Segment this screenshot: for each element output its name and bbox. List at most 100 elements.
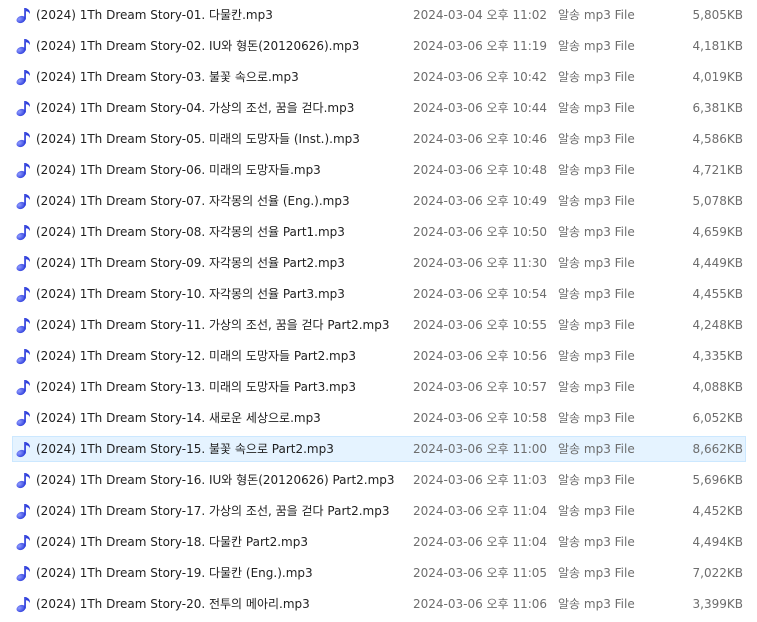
file-modified-date: 2024-03-06 오후 10:54 (413, 287, 548, 301)
file-modified-date: 2024-03-06 오후 11:03 (413, 473, 548, 487)
file-row[interactable]: (2024) 1Th Dream Story-11. 가상의 조선, 꿈을 걷다… (12, 312, 746, 338)
music-note-icon (15, 437, 35, 461)
music-note-icon (15, 127, 35, 151)
file-row[interactable]: (2024) 1Th Dream Story-19. 다물칸 (Eng.).mp… (12, 560, 746, 586)
file-modified-date: 2024-03-06 오후 10:49 (413, 194, 548, 208)
file-row[interactable]: (2024) 1Th Dream Story-13. 미래의 도망자들 Part… (12, 374, 746, 400)
file-name: (2024) 1Th Dream Story-15. 불꽃 속으로 Part2.… (36, 442, 334, 456)
file-modified-date: 2024-03-06 오후 10:58 (413, 411, 548, 425)
file-list: (2024) 1Th Dream Story-01. 다물칸.mp3 2024-0… (0, 0, 757, 622)
file-name: (2024) 1Th Dream Story-16. IU와 형돈(201206… (36, 473, 395, 487)
file-modified-date: 2024-03-06 오후 10:42 (413, 70, 548, 84)
music-note-icon (15, 3, 35, 27)
file-row[interactable]: (2024) 1Th Dream Story-04. 가상의 조선, 꿈을 걷다… (12, 95, 746, 121)
file-name: (2024) 1Th Dream Story-07. 자각몽의 선율 (Eng.… (36, 194, 350, 208)
music-note-icon (15, 220, 35, 244)
file-size: 4,181KB (692, 39, 743, 53)
file-size: 6,052KB (692, 411, 743, 425)
file-row[interactable]: (2024) 1Th Dream Story-05. 미래의 도망자들 (Ins… (12, 126, 746, 152)
music-note-icon (15, 592, 35, 616)
file-row[interactable]: (2024) 1Th Dream Story-12. 미래의 도망자들 Part… (12, 343, 746, 369)
file-modified-date: 2024-03-06 오후 11:05 (413, 566, 548, 580)
file-modified-date: 2024-03-06 오후 10:48 (413, 163, 548, 177)
file-row[interactable]: (2024) 1Th Dream Story-17. 가상의 조선, 꿈을 걷다… (12, 498, 746, 524)
file-modified-date: 2024-03-06 오후 10:55 (413, 318, 548, 332)
file-row[interactable]: (2024) 1Th Dream Story-09. 자각몽의 선율 Part2… (12, 250, 746, 276)
file-row[interactable]: (2024) 1Th Dream Story-15. 불꽃 속으로 Part2.… (12, 436, 746, 462)
file-modified-date: 2024-03-06 오후 11:04 (413, 504, 548, 518)
file-row[interactable]: (2024) 1Th Dream Story-20. 전투의 메아리.mp3 20… (12, 591, 746, 617)
file-name: (2024) 1Th Dream Story-02. IU와 형돈(201206… (36, 39, 360, 53)
file-size: 4,452KB (692, 504, 743, 518)
file-row[interactable]: (2024) 1Th Dream Story-03. 불꽃 속으로.mp3 202… (12, 64, 746, 90)
file-type: 알송 mp3 File (558, 566, 635, 580)
file-type: 알송 mp3 File (558, 349, 635, 363)
file-size: 4,019KB (692, 70, 743, 84)
file-row[interactable]: (2024) 1Th Dream Story-02. IU와 형돈(201206… (12, 33, 746, 59)
file-size: 7,022KB (692, 566, 743, 580)
file-type: 알송 mp3 File (558, 132, 635, 146)
file-name: (2024) 1Th Dream Story-18. 다물칸 Part2.mp3 (36, 535, 308, 549)
file-type: 알송 mp3 File (558, 442, 635, 456)
music-note-icon (15, 530, 35, 554)
file-row[interactable]: (2024) 1Th Dream Story-16. IU와 형돈(201206… (12, 467, 746, 493)
file-row[interactable]: (2024) 1Th Dream Story-01. 다물칸.mp3 2024-0… (12, 2, 746, 28)
file-modified-date: 2024-03-06 오후 10:44 (413, 101, 548, 115)
file-row[interactable]: (2024) 1Th Dream Story-14. 새로운 세상으로.mp3 2… (12, 405, 746, 431)
file-modified-date: 2024-03-06 오후 11:00 (413, 442, 548, 456)
file-size: 5,696KB (692, 473, 743, 487)
file-size: 3,399KB (692, 597, 743, 611)
file-size: 6,381KB (692, 101, 743, 115)
file-type: 알송 mp3 File (558, 101, 635, 115)
file-size: 5,078KB (692, 194, 743, 208)
music-note-icon (15, 189, 35, 213)
file-type: 알송 mp3 File (558, 163, 635, 177)
file-row[interactable]: (2024) 1Th Dream Story-06. 미래의 도망자들.mp3 2… (12, 157, 746, 183)
file-size: 4,659KB (692, 225, 743, 239)
music-note-icon (15, 375, 35, 399)
file-type: 알송 mp3 File (558, 473, 635, 487)
file-modified-date: 2024-03-06 오후 11:19 (413, 39, 548, 53)
file-name: (2024) 1Th Dream Story-13. 미래의 도망자들 Part… (36, 380, 356, 394)
file-modified-date: 2024-03-06 오후 10:46 (413, 132, 548, 146)
file-size: 4,248KB (692, 318, 743, 332)
file-name: (2024) 1Th Dream Story-11. 가상의 조선, 꿈을 걷다… (36, 318, 390, 332)
file-type: 알송 mp3 File (558, 535, 635, 549)
file-name: (2024) 1Th Dream Story-04. 가상의 조선, 꿈을 걷다… (36, 101, 355, 115)
file-name: (2024) 1Th Dream Story-08. 자각몽의 선율 Part1… (36, 225, 345, 239)
music-note-icon (15, 65, 35, 89)
file-size: 8,662KB (692, 442, 743, 456)
file-name: (2024) 1Th Dream Story-09. 자각몽의 선율 Part2… (36, 256, 345, 270)
file-name: (2024) 1Th Dream Story-19. 다물칸 (Eng.).mp… (36, 566, 313, 580)
file-size: 5,805KB (692, 8, 743, 22)
file-modified-date: 2024-03-06 오후 10:57 (413, 380, 548, 394)
file-type: 알송 mp3 File (558, 380, 635, 394)
file-modified-date: 2024-03-06 오후 11:06 (413, 597, 548, 611)
file-size: 4,455KB (692, 287, 743, 301)
file-name: (2024) 1Th Dream Story-06. 미래의 도망자들.mp3 (36, 163, 321, 177)
file-row[interactable]: (2024) 1Th Dream Story-18. 다물칸 Part2.mp3… (12, 529, 746, 555)
file-size: 4,586KB (692, 132, 743, 146)
file-row[interactable]: (2024) 1Th Dream Story-08. 자각몽의 선율 Part1… (12, 219, 746, 245)
file-modified-date: 2024-03-04 오후 11:02 (413, 8, 548, 22)
file-name: (2024) 1Th Dream Story-03. 불꽃 속으로.mp3 (36, 70, 299, 84)
file-type: 알송 mp3 File (558, 504, 635, 518)
file-type: 알송 mp3 File (558, 411, 635, 425)
file-type: 알송 mp3 File (558, 194, 635, 208)
file-modified-date: 2024-03-06 오후 11:04 (413, 535, 548, 549)
file-type: 알송 mp3 File (558, 597, 635, 611)
file-type: 알송 mp3 File (558, 8, 635, 22)
file-type: 알송 mp3 File (558, 256, 635, 270)
file-name: (2024) 1Th Dream Story-17. 가상의 조선, 꿈을 걷다… (36, 504, 390, 518)
file-row[interactable]: (2024) 1Th Dream Story-07. 자각몽의 선율 (Eng.… (12, 188, 746, 214)
file-row[interactable]: (2024) 1Th Dream Story-10. 자각몽의 선율 Part3… (12, 281, 746, 307)
file-size: 4,449KB (692, 256, 743, 270)
file-name: (2024) 1Th Dream Story-14. 새로운 세상으로.mp3 (36, 411, 321, 425)
music-note-icon (15, 344, 35, 368)
file-modified-date: 2024-03-06 오후 10:56 (413, 349, 548, 363)
file-size: 4,088KB (692, 380, 743, 394)
file-name: (2024) 1Th Dream Story-12. 미래의 도망자들 Part… (36, 349, 356, 363)
file-type: 알송 mp3 File (558, 39, 635, 53)
music-note-icon (15, 406, 35, 430)
file-type: 알송 mp3 File (558, 225, 635, 239)
